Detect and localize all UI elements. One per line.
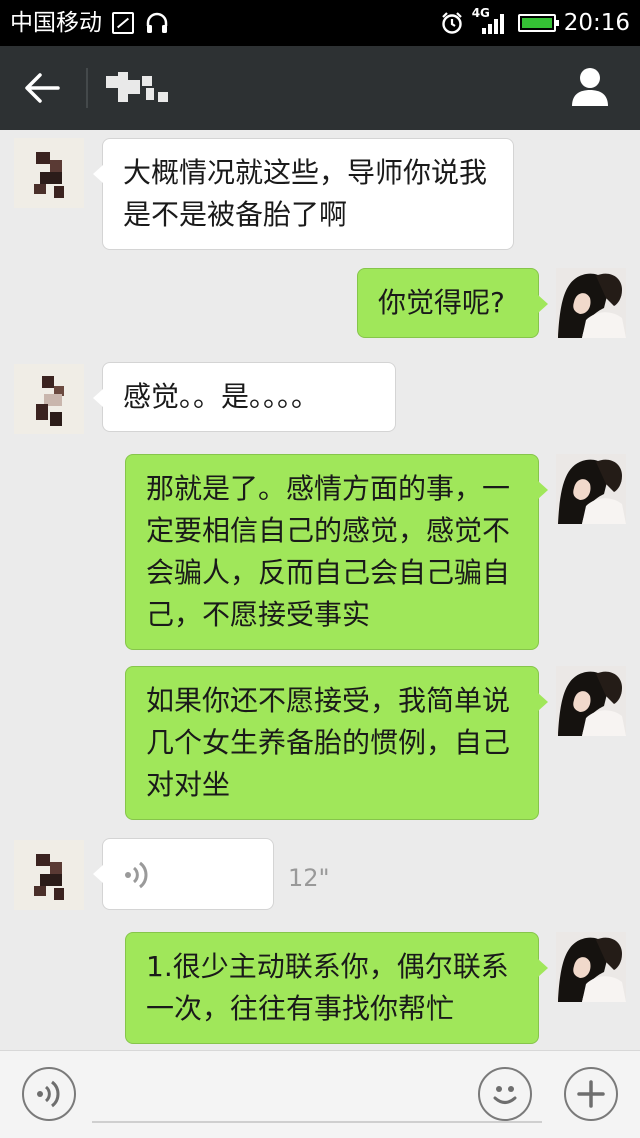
message-incoming: 大概情况就这些，导师你说我是不是被备胎了啊 bbox=[0, 130, 640, 260]
outgoing-bubble[interactable]: 如果你还不愿接受，我简单说几个女生养备胎的惯例，自己对对坐 bbox=[125, 666, 548, 820]
outgoing-bubble[interactable]: 你觉得呢? bbox=[357, 268, 548, 338]
emoji-icon[interactable] bbox=[478, 1067, 532, 1121]
input-bar bbox=[0, 1050, 640, 1138]
outgoing-bubble[interactable]: 1.很少主动联系你，偶尔联系一次，往往有事找你帮忙 bbox=[125, 932, 548, 1044]
couple-photo-icon bbox=[556, 268, 626, 338]
signal-indicator: 4G bbox=[472, 6, 510, 36]
clock-time: 20:16 bbox=[563, 10, 630, 36]
incoming-bubble[interactable]: 感觉。。是。。。。 bbox=[93, 362, 396, 432]
contact-avatar[interactable] bbox=[14, 840, 84, 910]
contact-avatar[interactable] bbox=[14, 364, 84, 434]
incoming-bubble[interactable]: 大概情况就这些，导师你说我是不是被备胎了啊 bbox=[93, 138, 514, 250]
message-text: 你觉得呢? bbox=[378, 286, 505, 319]
message-text: 那就是了。感情方面的事，一定要相信自己的感觉，感觉不会骗人，反而自己会自己骗自己… bbox=[146, 472, 511, 631]
message-incoming: 感觉。。是。。。。 bbox=[0, 362, 640, 442]
my-avatar[interactable] bbox=[556, 454, 626, 524]
headset-icon bbox=[146, 12, 168, 33]
voice-message-bubble[interactable] bbox=[93, 838, 274, 910]
couple-photo-icon bbox=[556, 932, 626, 1002]
voice-duration: 12" bbox=[288, 864, 330, 892]
message-outgoing: 如果你还不愿接受，我简单说几个女生养备胎的惯例，自己对对坐 bbox=[0, 666, 640, 820]
message-outgoing: 你觉得呢? bbox=[0, 268, 640, 348]
arrow-left-icon[interactable] bbox=[20, 68, 64, 108]
message-incoming-voice: 12" bbox=[0, 838, 640, 918]
contact-name-pixelated bbox=[106, 70, 170, 104]
header-divider bbox=[86, 68, 88, 108]
battery-charging-icon bbox=[517, 14, 559, 32]
contact-avatar[interactable] bbox=[14, 138, 84, 208]
carrier-name: 中国移动 bbox=[10, 10, 102, 36]
status-bar: 中国移动 4G 20:16 bbox=[0, 0, 640, 46]
outgoing-bubble[interactable]: 那就是了。感情方面的事，一定要相信自己的感觉，感觉不会骗人，反而自己会自己骗自己… bbox=[125, 454, 548, 650]
voice-wave-icon bbox=[125, 861, 148, 889]
screenshot-icon bbox=[112, 12, 134, 34]
couple-photo-icon bbox=[556, 666, 626, 736]
message-text: 感觉。。是。。。。 bbox=[123, 380, 320, 413]
couple-photo-icon bbox=[556, 454, 626, 524]
my-avatar[interactable] bbox=[556, 666, 626, 736]
signal-bars-icon bbox=[481, 14, 504, 34]
message-outgoing: 1.很少主动联系你，偶尔联系一次，往往有事找你帮忙 bbox=[0, 932, 640, 1050]
my-avatar[interactable] bbox=[556, 268, 626, 338]
plus-icon[interactable] bbox=[564, 1067, 618, 1121]
message-text: 1.很少主动联系你，偶尔联系一次，往往有事找你帮忙 bbox=[146, 950, 509, 1025]
chat-header bbox=[0, 46, 640, 130]
message-input[interactable] bbox=[92, 1121, 542, 1123]
message-outgoing: 那就是了。感情方面的事，一定要相信自己的感觉，感觉不会骗人，反而自己会自己骗自己… bbox=[0, 454, 640, 650]
message-text: 如果你还不愿接受，我简单说几个女生养备胎的惯例，自己对对坐 bbox=[146, 684, 511, 801]
message-text: 大概情况就这些，导师你说我是不是被备胎了啊 bbox=[123, 156, 488, 231]
message-list[interactable]: 大概情况就这些，导师你说我是不是被备胎了啊 你觉得呢? 感觉。。是。。。。 那就… bbox=[0, 130, 640, 1050]
person-icon[interactable] bbox=[570, 66, 610, 108]
my-avatar[interactable] bbox=[556, 932, 626, 1002]
voice-icon[interactable] bbox=[22, 1067, 76, 1121]
alarm-clock-icon bbox=[441, 12, 462, 34]
